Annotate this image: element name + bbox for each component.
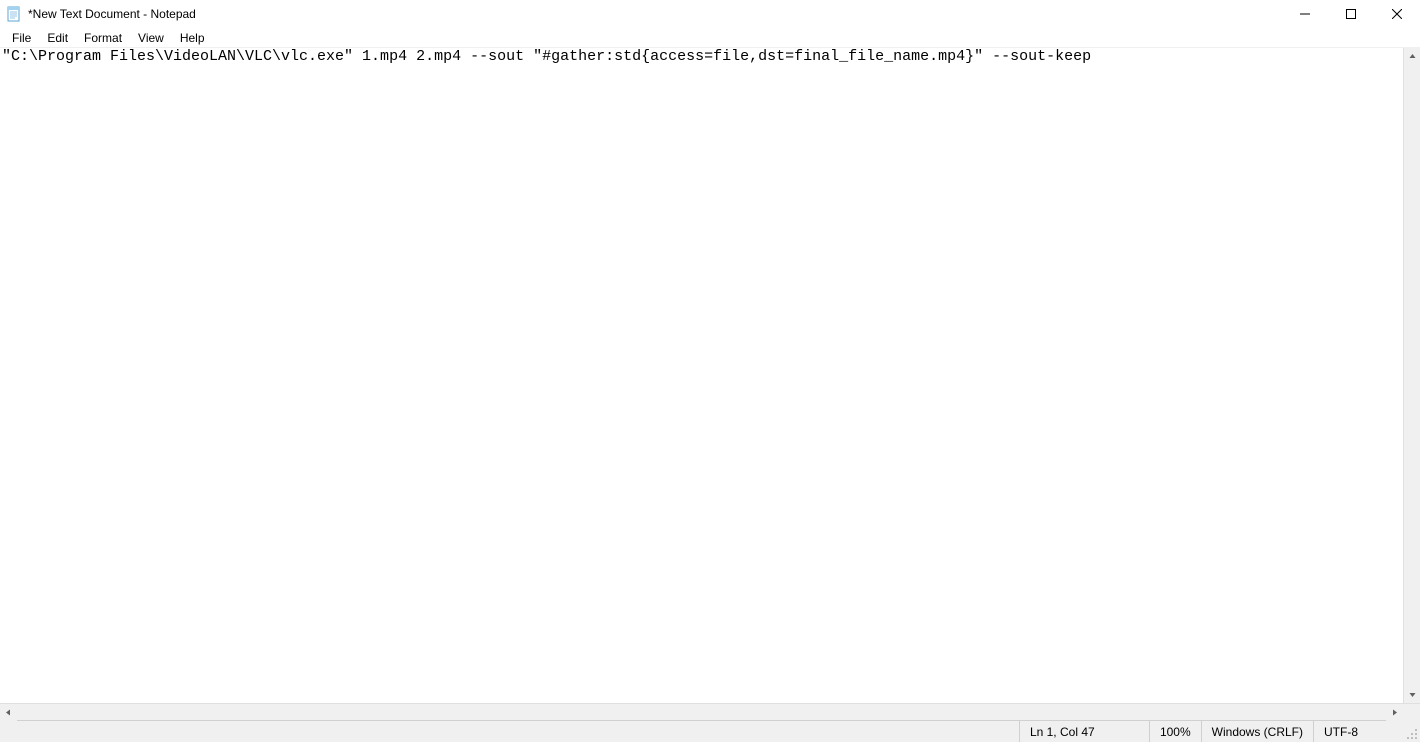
menu-format[interactable]: Format bbox=[76, 29, 130, 47]
status-zoom: 100% bbox=[1149, 721, 1201, 742]
minimize-button[interactable] bbox=[1282, 0, 1328, 28]
close-button[interactable] bbox=[1374, 0, 1420, 28]
menu-edit[interactable]: Edit bbox=[39, 29, 76, 47]
scroll-right-icon[interactable] bbox=[1386, 704, 1403, 721]
scroll-corner bbox=[1403, 704, 1420, 721]
status-line-ending: Windows (CRLF) bbox=[1201, 721, 1313, 742]
text-editor[interactable]: "C:\Program Files\VideoLAN\VLC\vlc.exe" … bbox=[0, 48, 1403, 703]
menu-help[interactable]: Help bbox=[172, 29, 213, 47]
menubar: File Edit Format View Help bbox=[0, 28, 1420, 48]
window-title: *New Text Document - Notepad bbox=[28, 7, 1282, 21]
titlebar: *New Text Document - Notepad bbox=[0, 0, 1420, 28]
menu-file[interactable]: File bbox=[4, 29, 39, 47]
notepad-icon bbox=[6, 6, 22, 22]
resize-grip-icon[interactable] bbox=[1403, 721, 1420, 742]
maximize-button[interactable] bbox=[1328, 0, 1374, 28]
scroll-left-icon[interactable] bbox=[0, 704, 17, 721]
status-cursor-position: Ln 1, Col 47 bbox=[1019, 721, 1149, 742]
horizontal-scrollbar[interactable] bbox=[0, 703, 1420, 720]
statusbar: Ln 1, Col 47 100% Windows (CRLF) UTF-8 bbox=[0, 720, 1420, 742]
scroll-down-icon[interactable] bbox=[1404, 686, 1420, 703]
menu-view[interactable]: View bbox=[130, 29, 172, 47]
window-controls bbox=[1282, 0, 1420, 28]
vertical-scrollbar[interactable] bbox=[1403, 48, 1420, 703]
status-spacer bbox=[0, 721, 1019, 742]
scroll-up-icon[interactable] bbox=[1404, 48, 1420, 65]
editor-container: "C:\Program Files\VideoLAN\VLC\vlc.exe" … bbox=[0, 48, 1420, 703]
status-encoding: UTF-8 bbox=[1313, 721, 1403, 742]
hscroll-track[interactable] bbox=[17, 704, 1386, 720]
